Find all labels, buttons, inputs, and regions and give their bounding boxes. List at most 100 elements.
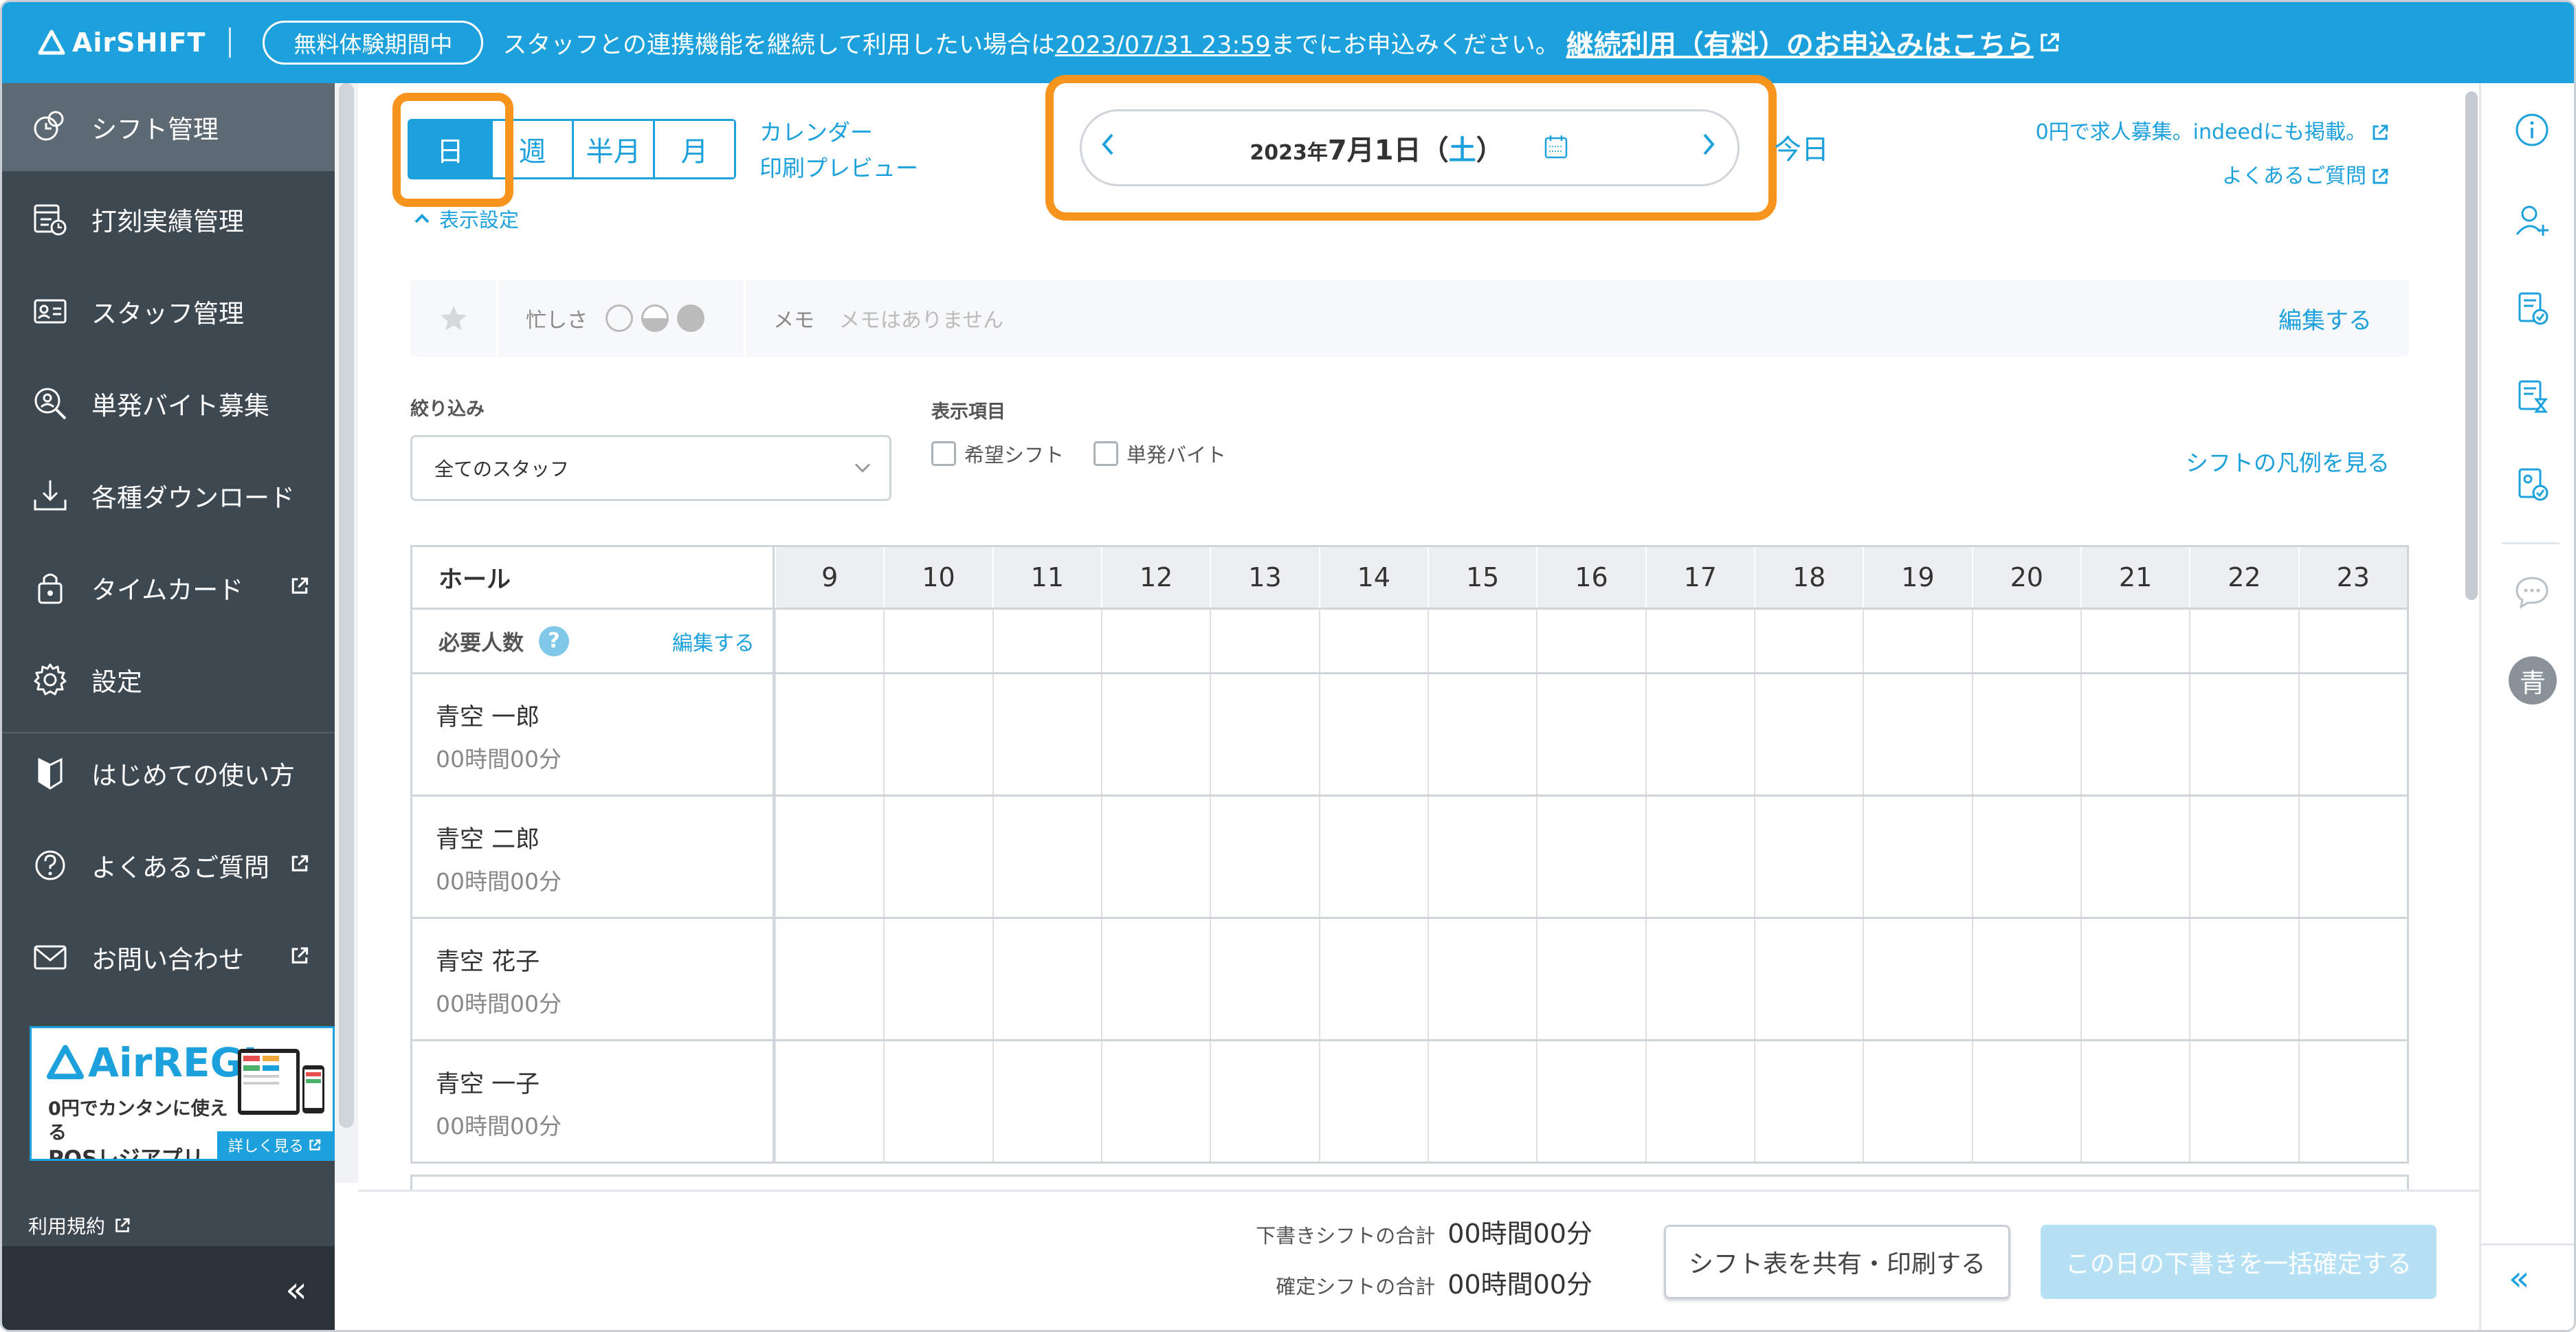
- grid-cell[interactable]: [1971, 797, 2080, 917]
- grid-cell[interactable]: [2298, 610, 2407, 672]
- star-icon[interactable]: [410, 280, 498, 357]
- grid-cell[interactable]: [775, 919, 883, 1039]
- busyness-low-radio[interactable]: [606, 304, 633, 332]
- grid-cell[interactable]: [1536, 797, 1645, 917]
- grid-cell[interactable]: [992, 1041, 1101, 1162]
- indeed-recruit-link[interactable]: 0円で求人募集。indeedにも掲載。: [2036, 111, 2390, 155]
- grid-cell[interactable]: [1318, 610, 1428, 672]
- grid-cell[interactable]: [1753, 1041, 1863, 1162]
- preferred-shift-checkbox[interactable]: 希望シフト: [931, 439, 1064, 468]
- grid-cell[interactable]: [2080, 1041, 2189, 1162]
- staff-cell[interactable]: 青空 二郎 00時間00分: [412, 797, 775, 917]
- sidebar-item-settings[interactable]: 設定: [2, 636, 335, 724]
- grid-cell[interactable]: [1536, 610, 1645, 672]
- grid-cell[interactable]: [1210, 1041, 1318, 1162]
- calendar-link[interactable]: カレンダー: [759, 115, 918, 151]
- grid-cell[interactable]: [775, 674, 883, 795]
- confirm-all-drafts-button[interactable]: この日の下書きを一括確定する: [2041, 1225, 2436, 1299]
- faq-link[interactable]: よくあるご質問: [2036, 155, 2390, 199]
- scrollbar-thumb[interactable]: [2465, 91, 2478, 600]
- memo-edit-button[interactable]: 編集する: [2278, 302, 2372, 335]
- checkbox-box[interactable]: [931, 441, 956, 466]
- grid-cell[interactable]: [1318, 919, 1428, 1039]
- grid-cell[interactable]: [1210, 919, 1318, 1039]
- grid-cell[interactable]: [2189, 1041, 2298, 1162]
- grid-cell[interactable]: [1100, 1041, 1210, 1162]
- staff-filter-select[interactable]: 全てのスタッフ: [410, 435, 891, 501]
- grid-cell[interactable]: [2080, 674, 2189, 795]
- grid-cell[interactable]: [1536, 1041, 1645, 1162]
- grid-cell[interactable]: [1536, 919, 1645, 1039]
- grid-cell[interactable]: [1645, 1041, 1754, 1162]
- busyness-mid-radio[interactable]: [641, 304, 669, 332]
- grid-cell[interactable]: [1645, 674, 1754, 795]
- grid-cell[interactable]: [775, 797, 883, 917]
- grid-cell[interactable]: [1863, 1041, 1971, 1162]
- grid-cell[interactable]: [1100, 674, 1210, 795]
- info-icon[interactable]: [2513, 111, 2551, 149]
- sidebar-item-timecard[interactable]: タイムカード: [2, 544, 335, 632]
- staff-cell[interactable]: 青空 一子 00時間00分: [412, 1041, 775, 1162]
- help-icon[interactable]: ?: [539, 625, 569, 656]
- sidebar-item-gig-recruit[interactable]: 単発バイト募集: [2, 359, 335, 447]
- grid-cell[interactable]: [2080, 610, 2189, 672]
- grid-cell[interactable]: [883, 674, 992, 795]
- grid-cell[interactable]: [2189, 919, 2298, 1039]
- prev-day-button[interactable]: [1098, 131, 1118, 165]
- user-avatar[interactable]: 青: [2509, 656, 2557, 704]
- airregi-ad-banner[interactable]: AirREGI 0円でカンタンに使える POSレジアプリ 詳しく見る: [30, 1026, 335, 1161]
- grid-cell[interactable]: [2298, 919, 2407, 1039]
- grid-cell[interactable]: [1318, 797, 1428, 917]
- tab-half-month[interactable]: 半月: [572, 121, 653, 177]
- grid-cell[interactable]: [1753, 674, 1863, 795]
- grid-cell[interactable]: [992, 610, 1101, 672]
- grid-cell[interactable]: [1971, 919, 2080, 1039]
- grid-cell[interactable]: [1863, 674, 1971, 795]
- grid-cell[interactable]: [2298, 674, 2407, 795]
- grid-cell[interactable]: [1863, 610, 1971, 672]
- continue-subscription-link[interactable]: 継続利用（有料）のお申込みはこちら: [1566, 23, 2061, 63]
- sidebar-item-time-record[interactable]: 打刻実績管理: [2, 175, 335, 263]
- grid-cell[interactable]: [883, 610, 992, 672]
- grid-cell[interactable]: [775, 1041, 883, 1162]
- grid-cell[interactable]: [1318, 674, 1428, 795]
- airshift-logo[interactable]: AirSHIFT: [38, 27, 206, 58]
- sidebar-item-getting-started[interactable]: はじめての使い方: [2, 729, 335, 817]
- sidebar-item-faq[interactable]: よくあるご質問: [2, 821, 335, 909]
- document-hourglass-icon[interactable]: [2513, 377, 2551, 416]
- main-scrollbar[interactable]: [2464, 83, 2479, 1190]
- staff-cell[interactable]: 青空 花子 00時間00分: [412, 919, 775, 1039]
- grid-cell[interactable]: [1753, 919, 1863, 1039]
- grid-cell[interactable]: [2080, 919, 2189, 1039]
- grid-cell[interactable]: [992, 919, 1101, 1039]
- grid-cell[interactable]: [1427, 674, 1536, 795]
- grid-cell[interactable]: [1427, 919, 1536, 1039]
- grid-cell[interactable]: [1427, 610, 1536, 672]
- grid-cell[interactable]: [2080, 797, 2189, 917]
- tab-day[interactable]: 日: [410, 121, 491, 177]
- gig-job-checkbox[interactable]: 単発バイト: [1093, 439, 1226, 468]
- grid-cell[interactable]: [1318, 1041, 1428, 1162]
- grid-cell[interactable]: [1971, 1041, 2080, 1162]
- grid-cell[interactable]: [1536, 674, 1645, 795]
- sidebar-item-staff[interactable]: スタッフ管理: [2, 267, 335, 355]
- today-button[interactable]: 今日: [1774, 127, 1829, 167]
- document-approve-icon[interactable]: [2513, 465, 2551, 504]
- sidebar-scrollbar[interactable]: [335, 83, 358, 1183]
- grid-cell[interactable]: [1100, 610, 1210, 672]
- grid-cell[interactable]: [1645, 610, 1754, 672]
- grid-cell[interactable]: [1863, 919, 1971, 1039]
- busyness-high-radio[interactable]: [677, 304, 704, 332]
- grid-cell[interactable]: [1863, 797, 1971, 917]
- grid-cell[interactable]: [992, 797, 1101, 917]
- grid-cell[interactable]: [992, 674, 1101, 795]
- tab-week[interactable]: 週: [491, 121, 572, 177]
- checkbox-box[interactable]: [1093, 441, 1118, 466]
- grid-cell[interactable]: [1427, 1041, 1536, 1162]
- document-check-icon[interactable]: [2513, 289, 2551, 328]
- grid-cell[interactable]: [2189, 674, 2298, 795]
- sidebar-collapse-button[interactable]: «: [2, 1246, 335, 1330]
- required-edit-button[interactable]: 編集する: [672, 626, 755, 656]
- sidebar-item-contact[interactable]: お問い合わせ: [2, 913, 335, 1001]
- sidebar-item-shift[interactable]: シフト管理: [2, 83, 335, 171]
